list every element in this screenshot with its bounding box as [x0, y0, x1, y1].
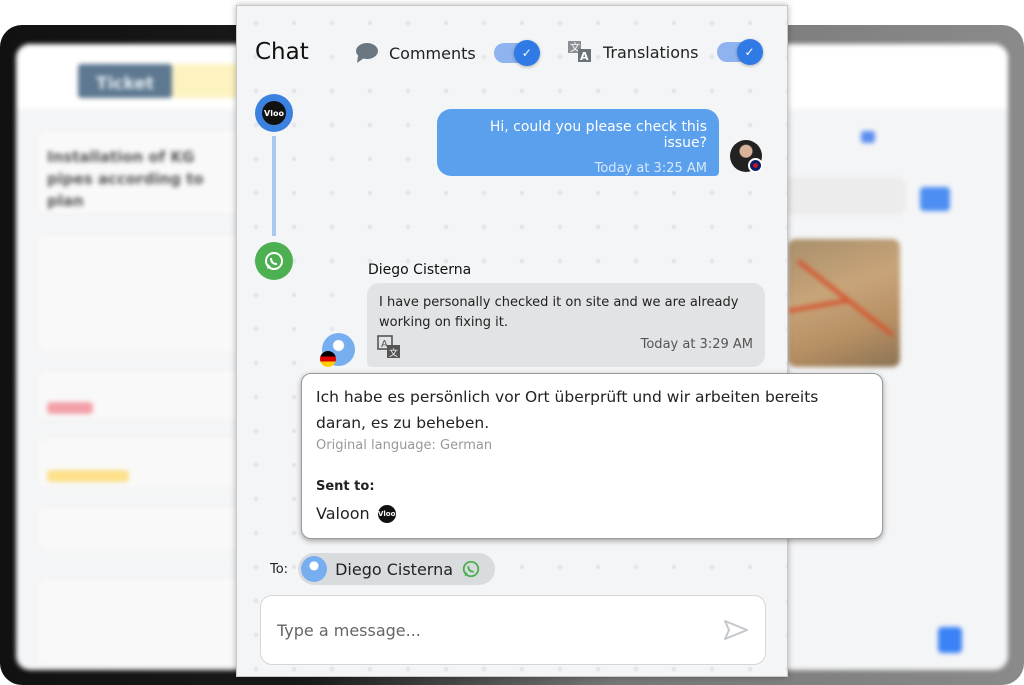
sent-to-value: Valoon	[316, 504, 370, 523]
whatsapp-icon	[265, 252, 283, 270]
uk-flag-icon	[748, 158, 763, 173]
assignee-card	[36, 577, 246, 667]
comments-toggle[interactable]: ✓	[493, 40, 540, 66]
translate-icon: 文A	[568, 41, 591, 63]
title-card: Installation of KG pipes according to pl…	[36, 129, 246, 215]
ticket-badge: Ticket	[78, 64, 172, 98]
comments-label: Comments	[389, 43, 476, 63]
germany-flag-icon	[320, 351, 336, 367]
translations-toggle-group: 文A Translations ✓	[567, 39, 763, 65]
recipient-row: To: Diego Cisterna	[270, 553, 496, 585]
whatsapp-icon	[462, 560, 480, 578]
whatsapp-source-icon	[255, 242, 293, 280]
timeline-connector	[272, 136, 276, 236]
speech-bubble-icon	[356, 43, 378, 63]
translations-toggle[interactable]: ✓	[716, 39, 763, 65]
svg-text:A: A	[381, 339, 388, 350]
valoon-source-icon: Vloo	[255, 94, 293, 132]
priority-pill	[47, 402, 93, 414]
sent-to-label: Sent to:	[316, 479, 375, 494]
check-icon: ✓	[736, 39, 763, 65]
message-text: I have personally checked it on site and…	[379, 295, 739, 330]
status-card	[36, 437, 246, 489]
send-icon[interactable]	[723, 619, 749, 641]
sent-to-row: Valoon Vloo	[316, 504, 868, 523]
sender-name: Diego Cisterna	[368, 262, 472, 278]
page-button[interactable]	[938, 627, 962, 653]
outgoing-message[interactable]: Hi, could you please check this issue? T…	[437, 109, 719, 176]
due-date-card	[36, 506, 246, 552]
message-text: Hi, could you please check this issue?	[489, 119, 707, 151]
valoon-logo-icon: Vloo	[377, 504, 396, 523]
to-label: To:	[270, 561, 289, 577]
svg-text:文: 文	[389, 347, 398, 359]
status-pill	[47, 470, 129, 482]
translated-text: Ich habe es persönlich vor Ort überprüft…	[316, 388, 819, 432]
priority-card	[36, 369, 246, 421]
original-language: Original language: German	[316, 438, 493, 453]
check-icon: ✓	[513, 40, 540, 66]
valoon-logo: Vloo	[262, 101, 286, 125]
translation-popup: Ich habe es persönlich vor Ort überprüft…	[301, 373, 883, 539]
recipient-name: Diego Cisterna	[335, 559, 454, 579]
translate-icon[interactable]: A文	[377, 335, 401, 359]
message-time: Today at 3:25 AM	[594, 161, 707, 176]
incoming-message[interactable]: I have personally checked it on site and…	[367, 283, 765, 367]
message-input-box	[260, 595, 766, 665]
chat-panel: Chat Comments ✓ 文A Translations ✓ Vloo H…	[236, 5, 788, 677]
chat-title: Chat	[255, 39, 309, 65]
message-input[interactable]	[277, 620, 697, 640]
svg-text:A: A	[580, 50, 589, 63]
recipient-avatar	[301, 556, 328, 582]
message-time: Today at 3:29 AM	[640, 337, 753, 352]
site-photo[interactable]	[788, 239, 900, 367]
ticket-title: Installation of KG pipes according to pl…	[47, 148, 204, 210]
grid-view-button[interactable]	[920, 187, 950, 211]
description-card	[36, 234, 246, 354]
comments-toggle-group: Comments ✓	[355, 40, 540, 66]
documents-badge	[861, 131, 875, 143]
recipient-chip[interactable]: Diego Cisterna	[298, 553, 496, 585]
translations-label: Translations	[603, 42, 699, 62]
